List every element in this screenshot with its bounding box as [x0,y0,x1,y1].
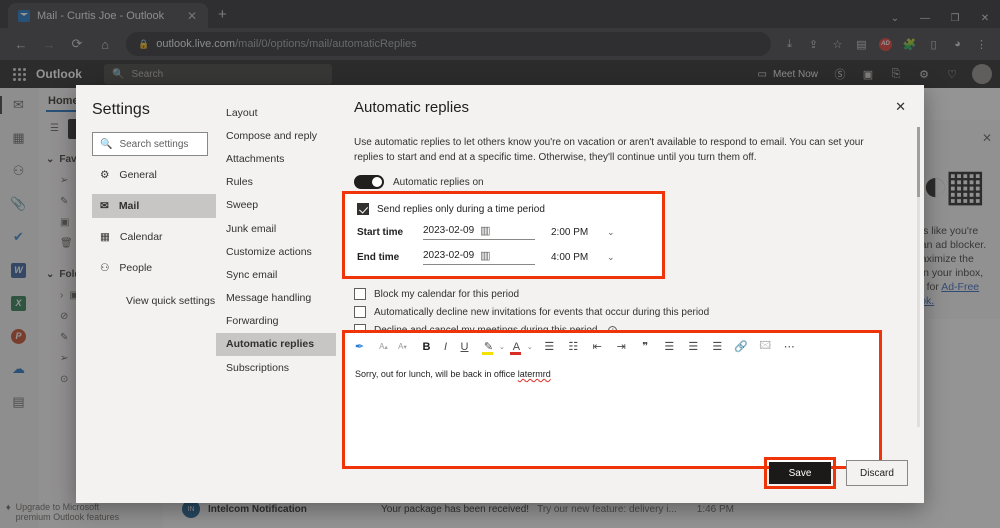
search-icon: 🔍 [100,138,113,150]
automatic-replies-toggle-row: Automatic replies on [354,175,906,189]
settings-nav-calendar[interactable]: ▦ Calendar [92,225,216,249]
chevron-down-icon[interactable]: ⌄ [525,343,535,351]
subnav-item-junk-email[interactable]: Junk email [216,217,336,240]
numbered-list-icon[interactable]: ☷ [564,336,583,358]
subnav-item-forwarding[interactable]: Forwarding [216,310,336,333]
start-time-value[interactable]: 2:00 PM [551,227,597,238]
nav-label: Calendar [119,231,163,243]
subnav-item-subscriptions[interactable]: Subscriptions [216,356,336,379]
end-time-value[interactable]: 4:00 PM [551,252,597,263]
settings-title: Settings [92,101,150,118]
calendar-icon[interactable]: ▥ [480,249,490,262]
description-text: Use automatic replies to let others know… [354,137,864,163]
underline-icon[interactable]: U [455,336,474,358]
settings-main-panel: Automatic replies ✕ Use automatic replie… [336,85,924,503]
settings-dialog: Settings 🔍 Search settings ⚙ General ✉ M… [76,85,924,503]
decrease-indent-icon[interactable]: ⇤ [588,336,607,358]
main-header: Automatic replies ✕ [354,99,906,116]
nav-label: People [119,262,153,274]
dialog-actions: Save Discard [764,457,908,489]
image-icon[interactable]: 🖾 [756,336,775,358]
toggle-label: Automatic replies on [393,176,484,188]
subnav-item-automatic-replies[interactable]: Automatic replies [216,332,336,357]
end-date-value: 2023-02-09 [423,250,475,261]
end-date-input[interactable]: 2023-02-09 ▥ [423,249,535,265]
view-quick-settings-link[interactable]: View quick settings [92,289,216,313]
settings-search-placeholder: Search settings [119,138,189,150]
block-calendar-checkbox[interactable] [354,288,366,300]
align-left-icon[interactable]: ☰ [660,336,679,358]
subnav-item-sweep[interactable]: Sweep [216,194,336,217]
quote-icon[interactable]: ❞ [636,336,655,358]
editor-toolbar: ✒ A ▴ A ▾ B I U ✎ ⌄ A ⌄ ☰ ☷ ⇤ ⇥ ❞ ☰ ☰ ☰ … [345,333,879,360]
highlight-icon[interactable]: ✎ [479,336,498,358]
option-label: Block my calendar for this period [374,288,520,300]
time-period-checkbox-row[interactable]: Send replies only during a time period [357,203,650,215]
person-icon: ⚇ [100,262,110,274]
decline-invitations-checkbox[interactable] [354,306,366,318]
font-color-icon[interactable]: A [507,336,526,358]
option-decline-invitations[interactable]: Automatically decline new invitations fo… [354,306,906,318]
subnav-item-compose-and-reply[interactable]: Compose and reply [216,124,336,147]
nav-label: Mail [118,200,140,212]
subnav-item-layout[interactable]: Layout [216,101,336,124]
page-title: Automatic replies [354,99,470,116]
discard-button[interactable]: Discard [846,460,908,486]
screen: Mail - Curtis Joe - Outlook ✕ + ⌄ — ❐ ✕ … [0,0,1000,528]
nav-label: General [119,169,157,181]
option-label: Automatically decline new invitations fo… [374,306,710,318]
more-options-icon[interactable]: ⋯ [780,336,799,358]
font-size-shrink-icon[interactable]: A ▾ [393,336,412,358]
time-period-section: Send replies only during a time period S… [342,191,665,279]
link-icon[interactable]: 🔗 [732,336,751,358]
message-editor: ✒ A ▴ A ▾ B I U ✎ ⌄ A ⌄ ☰ ☷ ⇤ ⇥ ❞ ☰ ☰ ☰ … [342,330,882,469]
body-text: Sorry, out for lunch, will be back in of… [355,369,518,379]
subnav-item-message-handling[interactable]: Message handling [216,287,336,310]
subnav-item-rules[interactable]: Rules [216,171,336,194]
bold-icon[interactable]: B [417,336,436,358]
time-period-checkbox[interactable] [357,203,369,215]
end-time-row: End time 2023-02-09 ▥ 4:00 PM ⌄ [357,249,650,265]
save-highlight: Save [764,457,836,489]
start-date-value: 2023-02-09 [423,225,475,236]
start-time-row: Start time 2023-02-09 ▥ 2:00 PM ⌄ [357,224,650,240]
automatic-replies-toggle[interactable] [354,175,384,189]
misspelled-word: latermrd [517,369,551,379]
close-icon[interactable]: ✕ [895,99,906,115]
scrollbar[interactable] [917,127,920,427]
chevron-down-icon[interactable]: ⌄ [497,343,507,351]
subnav-item-attachments[interactable]: Attachments [216,147,336,170]
envelope-icon: ✉ [100,200,109,212]
settings-subnav: Layout Compose and reply Attachments Rul… [216,85,336,503]
subnav-item-sync-email[interactable]: Sync email [216,263,336,286]
time-period-label: Send replies only during a time period [377,203,545,215]
save-button[interactable]: Save [769,462,831,484]
font-size-grow-icon[interactable]: A ▴ [374,336,393,358]
align-center-icon[interactable]: ☰ [684,336,703,358]
settings-nav-mail[interactable]: ✉ Mail [92,194,216,218]
calendar-icon[interactable]: ▥ [480,224,490,237]
increase-indent-icon[interactable]: ⇥ [612,336,631,358]
settings-search-input[interactable]: 🔍 Search settings [92,132,208,156]
end-time-label: End time [357,251,400,263]
chevron-down-icon[interactable]: ⌄ [607,252,615,263]
bullet-list-icon[interactable]: ☰ [540,336,559,358]
chevron-down-icon[interactable]: ⌄ [607,227,615,238]
start-date-input[interactable]: 2023-02-09 ▥ [423,224,535,240]
subnav-item-customize-actions[interactable]: Customize actions [216,240,336,263]
start-time-label: Start time [357,226,404,238]
format-painter-icon[interactable]: ✒ [350,336,369,358]
settings-nav: Settings 🔍 Search settings ⚙ General ✉ M… [76,85,216,503]
align-right-icon[interactable]: ☰ [708,336,727,358]
settings-nav-people[interactable]: ⚇ People [92,256,216,280]
gear-icon: ⚙ [100,169,110,181]
message-body[interactable]: Sorry, out for lunch, will be back in of… [345,360,879,388]
italic-icon[interactable]: I [436,336,455,358]
settings-nav-general[interactable]: ⚙ General [92,163,216,187]
calendar-icon: ▦ [100,231,110,243]
options-list: Block my calendar for this period Automa… [354,288,906,336]
option-block-calendar[interactable]: Block my calendar for this period [354,288,906,300]
